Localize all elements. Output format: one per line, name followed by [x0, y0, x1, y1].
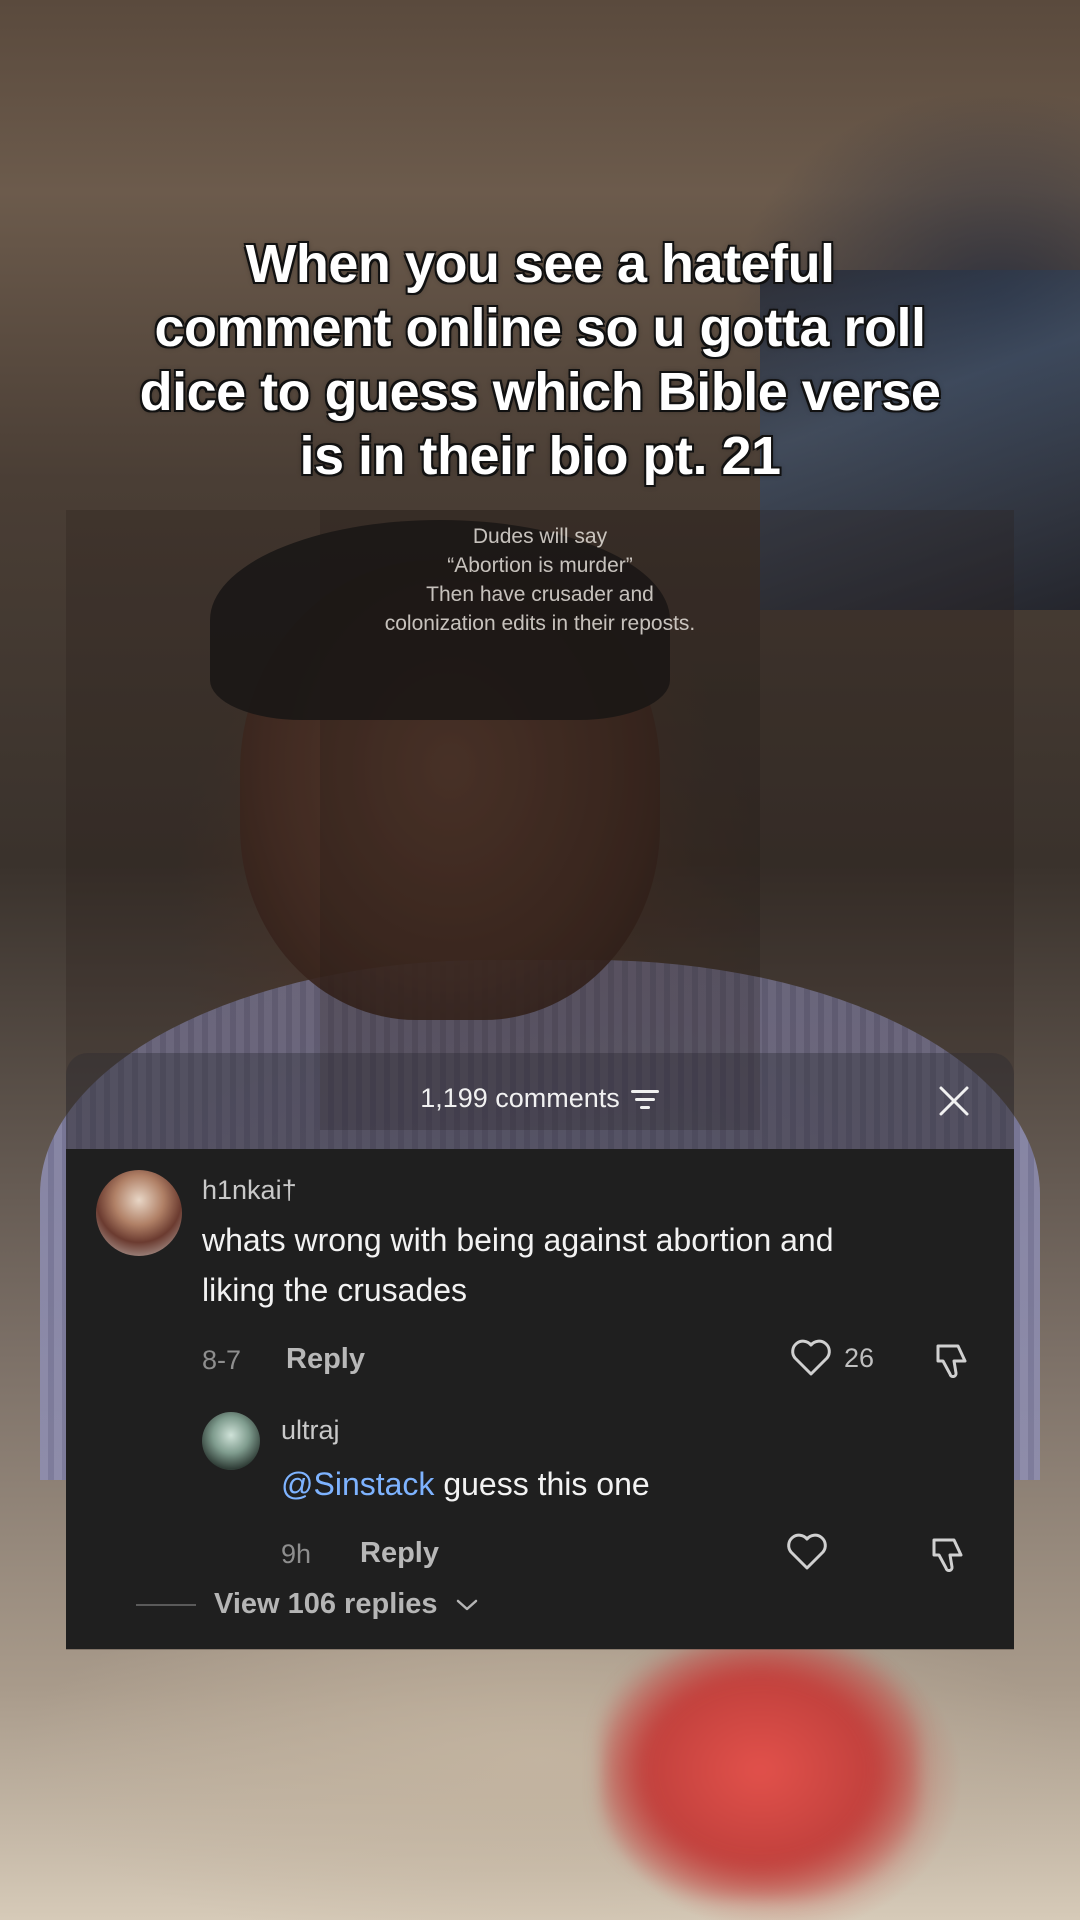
reply-text-body: guess this one — [434, 1466, 650, 1502]
heart-icon — [791, 1339, 831, 1376]
overlay-quote: Dudes will say “Abortion is murder” Then… — [300, 522, 780, 638]
reply-time: 9h — [281, 1539, 312, 1569]
caption-line: comment online so u gotta roll — [154, 298, 926, 358]
thumbs-down-icon — [936, 1344, 967, 1379]
comments-sheet-header: 1,199 comments — [66, 1053, 1014, 1149]
caption-line: dice to guess which Bible verse — [139, 362, 941, 422]
quote-line: colonization edits in their reposts. — [384, 612, 696, 635]
quote-line: “Abortion is murder” — [447, 554, 633, 577]
thumbs-down-icon — [932, 1538, 963, 1573]
comments-sheet-body: h1nkai† whats wrong with being against a… — [66, 1149, 1014, 1649]
reply-text: @Sinstack guess this one — [281, 1459, 650, 1509]
reply-button[interactable]: Reply — [360, 1537, 439, 1570]
comment-date: 8-7 — [202, 1345, 242, 1375]
heart-icon — [787, 1533, 827, 1570]
reply-username[interactable]: ultraj — [281, 1415, 340, 1446]
comment-text-line: whats wrong with being against abortion … — [202, 1222, 834, 1258]
comment-username[interactable]: h1nkai† — [202, 1175, 297, 1206]
chevron-down-icon — [456, 1599, 477, 1610]
avatar[interactable] — [96, 1170, 182, 1256]
dislike-button[interactable] — [928, 1535, 968, 1580]
dice-blur — [600, 1640, 920, 1900]
view-replies-label: View 106 replies — [214, 1588, 438, 1620]
caption-line: When you see a hateful — [245, 234, 835, 294]
like-count: 26 — [844, 1342, 875, 1373]
comment-text-line: liking the crusades — [202, 1272, 468, 1308]
view-replies-button[interactable]: View 106 replies — [136, 1588, 478, 1621]
caption-line: is in their bio pt. 21 — [299, 426, 781, 486]
video-caption: When you see a hateful comment online so… — [60, 232, 1020, 488]
comments-count-label: 1,199 comments — [420, 1083, 620, 1113]
like-button[interactable]: 26 — [790, 1339, 874, 1377]
quote-line: Then have crusader and — [426, 583, 654, 606]
like-button[interactable] — [786, 1533, 828, 1571]
close-icon — [939, 1086, 969, 1116]
comments-count: 1,199 comments — [66, 1083, 1014, 1114]
close-button[interactable] — [934, 1081, 974, 1121]
quote-line: Dudes will say — [472, 525, 608, 548]
mention-link[interactable]: @Sinstack — [281, 1466, 434, 1502]
dislike-button[interactable] — [932, 1341, 972, 1386]
view-replies-divider — [136, 1603, 196, 1606]
sort-filter-icon[interactable] — [630, 1088, 660, 1110]
reply-button[interactable]: Reply — [286, 1343, 365, 1376]
comment-text: whats wrong with being against abortion … — [202, 1215, 834, 1315]
avatar[interactable] — [202, 1412, 260, 1470]
